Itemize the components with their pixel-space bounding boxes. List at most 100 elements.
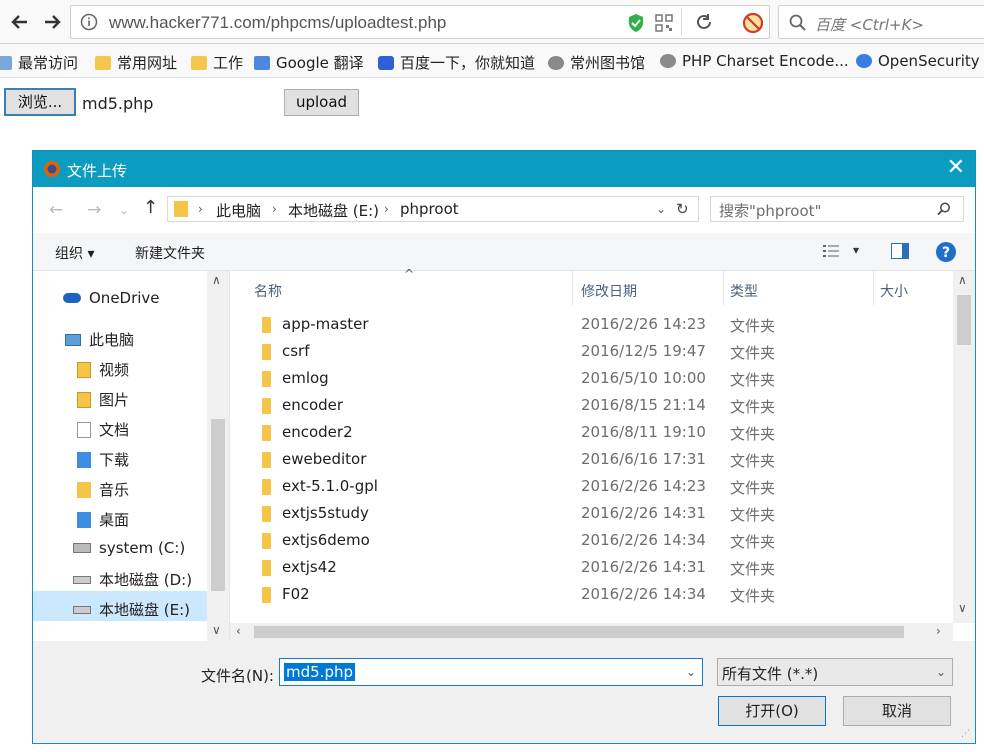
column-size[interactable]: 大小	[880, 281, 908, 301]
column-date-modified[interactable]: 修改日期	[581, 281, 637, 301]
nav-scroll-thumb[interactable]	[211, 419, 225, 591]
nav-label: 文档	[99, 421, 130, 439]
recent-dropdown-icon[interactable]: ⌄	[119, 203, 129, 217]
nav-onedrive[interactable]: OneDrive	[63, 289, 160, 307]
file-date: 2016/8/11 19:10	[581, 423, 706, 441]
file-row[interactable]: ext-5.1.0-gpl 2016/2/26 14:23 文件夹	[230, 473, 950, 500]
breadcrumb-this-pc[interactable]: 此电脑	[216, 200, 261, 221]
nav-scrollbar[interactable]: ∧ ∨	[207, 271, 229, 641]
file-row[interactable]: csrf 2016/12/5 19:47 文件夹	[230, 338, 950, 365]
breadcrumb-phproot[interactable]: phproot	[400, 200, 459, 218]
upload-button[interactable]: upload	[284, 89, 359, 116]
nav-videos[interactable]: 视频	[77, 359, 129, 380]
folder-search-input[interactable]: 搜索"phproot"	[710, 196, 964, 222]
scroll-right-icon[interactable]: ›	[936, 624, 941, 638]
browse-button[interactable]: 浏览...	[4, 88, 76, 116]
filename-dropdown-icon[interactable]: ⌄	[686, 665, 696, 679]
column-type[interactable]: 类型	[730, 281, 758, 301]
filename-value: md5.php	[284, 663, 355, 681]
file-row[interactable]: F02 2016/2/26 14:34 文件夹	[230, 581, 950, 608]
file-row[interactable]: ewebeditor 2016/6/16 17:31 文件夹	[230, 446, 950, 473]
reload-icon[interactable]	[695, 13, 713, 35]
filetype-dropdown-icon[interactable]: ⌄	[936, 665, 946, 679]
file-row[interactable]: extjs42 2016/2/26 14:31 文件夹	[230, 554, 950, 581]
bookmark-php-charset[interactable]: PHP Charset Encode...	[660, 52, 849, 70]
nav-drive-e[interactable]: 本地磁盘 (E:)	[73, 599, 190, 620]
computer-icon	[65, 333, 81, 346]
nav-documents[interactable]: 文档	[77, 419, 129, 440]
view-options-icon[interactable]	[823, 244, 841, 262]
bookmark-work[interactable]: 工作	[191, 52, 243, 73]
google-translate-icon	[254, 55, 270, 70]
filetype-select[interactable]: 所有文件 (*.*) ⌄	[717, 658, 953, 686]
nav-drive-c[interactable]: system (C:)	[73, 539, 185, 557]
nav-downloads[interactable]: 下载	[77, 449, 129, 470]
scroll-left-icon[interactable]: ‹	[236, 624, 241, 638]
filename-label: 文件名(N):	[201, 667, 274, 685]
file-date: 2016/2/26 14:31	[581, 558, 706, 576]
nav-this-pc[interactable]: 此电脑	[65, 329, 134, 350]
file-row[interactable]: extjs6demo 2016/2/26 14:34 文件夹	[230, 527, 950, 554]
scroll-down-icon[interactable]: ∨	[958, 601, 967, 615]
file-list-vertical-scrollbar[interactable]: ∧ ∨	[953, 271, 975, 623]
file-row[interactable]: encoder 2016/8/15 21:14 文件夹	[230, 392, 950, 419]
up-arrow-icon[interactable]: ↑	[143, 197, 158, 218]
adblock-icon[interactable]	[742, 12, 764, 38]
folder-icon	[191, 55, 207, 70]
vertical-scroll-thumb[interactable]	[957, 295, 971, 345]
horizontal-scroll-thumb[interactable]	[254, 626, 904, 638]
filename-input[interactable]: md5.php ⌄	[279, 658, 703, 686]
close-icon[interactable]: ✕	[947, 155, 965, 180]
nav-music[interactable]: 音乐	[77, 479, 129, 500]
folder-icon	[262, 533, 271, 549]
file-row[interactable]: app-master 2016/2/26 14:23 文件夹	[230, 311, 950, 338]
refresh-icon[interactable]: ↻	[676, 200, 689, 218]
bookmark-label: PHP Charset Encode...	[682, 52, 849, 70]
file-row[interactable]: emlog 2016/5/10 10:00 文件夹	[230, 365, 950, 392]
file-type: 文件夹	[730, 371, 776, 389]
bookmark-baidu[interactable]: 百度一下，你就知道	[378, 52, 535, 73]
folder-icon	[262, 479, 271, 495]
path-dropdown-icon[interactable]: ⌄	[656, 202, 666, 216]
address-bar[interactable]: www.hacker771.com/phpcms/uploadtest.php	[70, 5, 770, 39]
breadcrumb-separator: ›	[272, 202, 277, 216]
help-icon[interactable]: ?	[935, 241, 957, 267]
forward-arrow-icon[interactable]: →	[87, 200, 101, 220]
bookmark-common-sites[interactable]: 常用网址	[95, 52, 177, 73]
new-folder-button[interactable]: 新建文件夹	[135, 243, 205, 263]
file-type: 文件夹	[730, 425, 776, 443]
search-bar[interactable]: 百度 <Ctrl+K>	[778, 5, 984, 39]
back-arrow-icon[interactable]: ←	[49, 200, 63, 220]
dialog-footer: 文件名(N): md5.php ⌄ 所有文件 (*.*) ⌄ 打开(O) 取消 …	[33, 641, 975, 743]
path-breadcrumb[interactable]: › 此电脑 › 本地磁盘 (E:) › phproot ⌄ ↻	[167, 196, 699, 222]
resize-grip-icon[interactable]: ⋰	[961, 729, 970, 739]
back-icon[interactable]	[5, 7, 35, 37]
bookmark-opensecurity[interactable]: OpenSecurity -	[856, 52, 984, 70]
open-button[interactable]: 打开(O)	[718, 696, 826, 726]
forward-icon[interactable]	[37, 7, 67, 37]
column-name[interactable]: 名称	[254, 281, 282, 301]
scroll-up-icon[interactable]: ∧	[958, 273, 967, 287]
folder-icon	[174, 201, 188, 217]
scroll-up-icon[interactable]: ∧	[212, 273, 221, 287]
breadcrumb-drive-e[interactable]: 本地磁盘 (E:)	[288, 200, 379, 221]
bookmark-most-visited[interactable]: 最常访问	[0, 52, 78, 73]
sort-ascending-icon: ^	[404, 267, 415, 281]
bookmark-google-translate[interactable]: Google 翻译	[254, 52, 364, 73]
nav-drive-d[interactable]: 本地磁盘 (D:)	[73, 569, 192, 590]
view-dropdown-icon[interactable]: ▾	[853, 243, 859, 257]
file-row[interactable]: extjs5study 2016/2/26 14:31 文件夹	[230, 500, 950, 527]
file-row[interactable]: encoder2 2016/8/11 19:10 文件夹	[230, 419, 950, 446]
nav-pictures[interactable]: 图片	[77, 389, 129, 410]
address-row: ← → ⌄ ↑ › 此电脑 › 本地磁盘 (E:) › phproot ⌄ ↻ …	[33, 187, 975, 233]
scroll-down-icon[interactable]: ∨	[212, 623, 221, 637]
bookmark-changzhou-library[interactable]: 常州图书馆	[548, 52, 645, 73]
info-icon[interactable]	[80, 13, 98, 35]
shield-icon[interactable]	[627, 13, 645, 37]
qr-code-icon[interactable]	[655, 14, 673, 36]
organize-button[interactable]: 组织 ▾	[55, 243, 94, 263]
file-list-horizontal-scrollbar[interactable]: ‹ ›	[230, 623, 953, 641]
nav-desktop[interactable]: 桌面	[77, 509, 129, 530]
preview-pane-icon[interactable]	[891, 243, 909, 263]
cancel-button[interactable]: 取消	[843, 696, 951, 726]
